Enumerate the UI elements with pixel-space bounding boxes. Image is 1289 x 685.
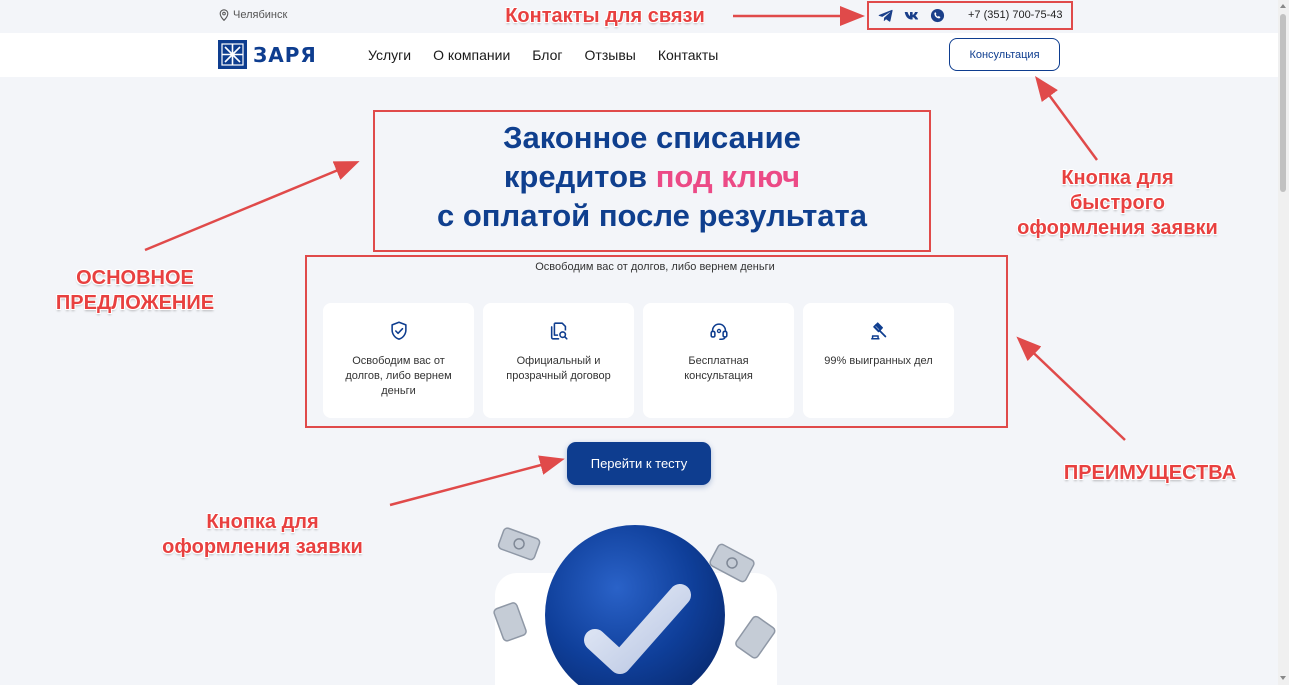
city-label: Челябинск xyxy=(233,9,288,21)
banknote-icon xyxy=(497,527,541,561)
city-selector[interactable]: Челябинск xyxy=(219,9,287,21)
annotation-offer-line2: ПРЕДЛОЖЕНИЕ xyxy=(55,292,215,314)
advantages-highlight-box xyxy=(305,255,1008,428)
logo-mark-icon xyxy=(218,40,247,69)
annotation-advantages: ПРЕИМУЩЕСТВА xyxy=(1063,462,1237,484)
contacts-highlight-box xyxy=(867,1,1073,30)
annotation-cta-line2: оформления заявки xyxy=(162,536,363,558)
scroll-down-arrow-icon[interactable] xyxy=(1280,676,1286,680)
site-header: ЗАРЯ Услуги О компании Блог Отзывы Конта… xyxy=(0,33,1278,77)
main-nav: Услуги О компании Блог Отзывы Контакты xyxy=(368,47,718,63)
scrollbar-thumb[interactable] xyxy=(1280,14,1286,192)
nav-item-reviews[interactable]: Отзывы xyxy=(585,47,636,63)
annotation-quick-button-line2: быстрого xyxy=(1069,192,1166,214)
annotation-contacts: Контакты для связи xyxy=(505,5,705,27)
scroll-up-arrow-icon[interactable] xyxy=(1280,4,1286,8)
arrow-advantages xyxy=(1016,336,1126,441)
annotation-offer-line1: ОСНОВНОЕ xyxy=(76,267,194,289)
arrow-cta xyxy=(389,455,565,507)
vertical-scrollbar[interactable] xyxy=(1278,0,1289,685)
annotation-cta-line1: Кнопка для xyxy=(206,511,319,533)
take-test-button[interactable]: Перейти к тесту xyxy=(567,442,711,485)
annotation-offer: ОСНОВНОЕ ПРЕДЛОЖЕНИЕ xyxy=(20,266,250,316)
arrow-quick-button xyxy=(1035,75,1099,161)
annotation-quick-button: Кнопка для быстрого оформления заявки xyxy=(980,166,1255,241)
consultation-button[interactable]: Консультация xyxy=(949,38,1060,71)
annotation-cta: Кнопка для оформления заявки xyxy=(130,510,395,560)
logo[interactable]: ЗАРЯ xyxy=(218,40,317,69)
annotation-quick-button-line3: оформления заявки xyxy=(1017,217,1218,239)
nav-item-blog[interactable]: Блог xyxy=(532,47,562,63)
nav-item-services[interactable]: Услуги xyxy=(368,47,411,63)
offer-highlight-box xyxy=(373,110,931,252)
logo-text: ЗАРЯ xyxy=(253,42,317,67)
annotation-quick-button-line1: Кнопка для xyxy=(1061,167,1174,189)
nav-item-about[interactable]: О компании xyxy=(433,47,510,63)
location-pin-icon xyxy=(219,9,229,21)
checkmark-illustration xyxy=(493,525,777,685)
nav-item-contacts[interactable]: Контакты xyxy=(658,47,718,63)
arrow-offer xyxy=(144,161,360,252)
